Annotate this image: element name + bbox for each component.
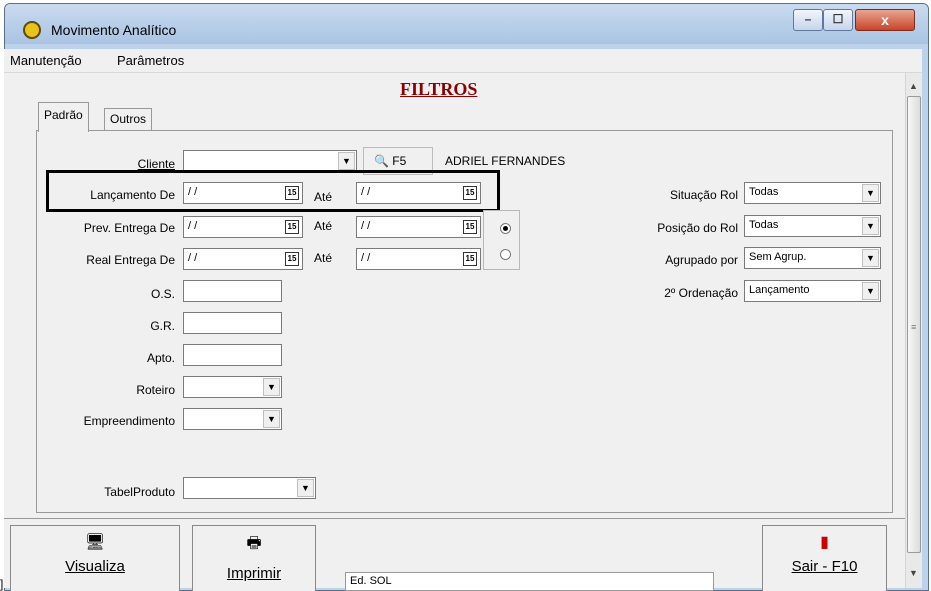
prev-entrega-to-value: / /: [361, 220, 371, 232]
posicao-rol-label: Posição do Rol: [657, 221, 738, 235]
sair-label: Sair - F10: [791, 558, 858, 575]
chevron-down-icon[interactable]: ▼: [862, 249, 879, 267]
chevron-down-icon[interactable]: ▼: [862, 282, 879, 300]
client-name: ADRIEL FERNANDES: [445, 154, 566, 168]
agrupado-por-value: Sem Agrup.: [749, 251, 807, 263]
chevron-down-icon[interactable]: ▼: [862, 184, 879, 202]
agrupado-por-label: Agrupado por: [665, 253, 738, 267]
cliente-combo[interactable]: ▼: [183, 150, 357, 172]
posicao-rol-value: Todas: [749, 219, 779, 231]
stray-bracket: ]: [0, 577, 4, 591]
monitor-icon: 🖥: [84, 534, 106, 551]
scroll-up-icon[interactable]: ▲: [909, 81, 918, 91]
chevron-down-icon[interactable]: ▼: [338, 152, 355, 170]
situacao-rol-label: Situação Rol: [669, 188, 738, 202]
radio-group: [483, 210, 520, 270]
tabelproduto-combo[interactable]: ▼: [183, 477, 316, 499]
ordenacao-combo[interactable]: Lançamento ▼: [744, 280, 881, 302]
calendar-icon[interactable]: 15: [285, 220, 299, 234]
roteiro-label: Roteiro: [136, 383, 175, 397]
grip-icon: ≡: [911, 322, 917, 332]
window-title: Movimento Analítico: [51, 22, 177, 38]
title-bar: Movimento Analítico – ☐ x: [5, 4, 928, 44]
maximize-button[interactable]: ☐: [823, 9, 853, 31]
highlight-box: [46, 170, 500, 212]
calendar-icon[interactable]: 15: [285, 252, 299, 266]
apto-field[interactable]: [183, 344, 282, 366]
search-button-label: F5: [392, 154, 407, 168]
real-entrega-from-field[interactable]: / / 15: [183, 248, 303, 270]
visualiza-button[interactable]: 🖥 Visualiza: [10, 525, 180, 591]
posicao-rol-combo[interactable]: Todas ▼: [744, 215, 881, 237]
ordenacao-value: Lançamento: [749, 284, 810, 296]
empreendimento-label: Empreendimento: [83, 414, 175, 428]
menu-manutencao[interactable]: Manutenção: [10, 53, 82, 68]
chevron-down-icon[interactable]: ▼: [297, 479, 314, 497]
minimize-icon: –: [804, 12, 812, 26]
real-entrega-label: Real Entrega De: [86, 253, 175, 267]
tab-outros[interactable]: Outros: [104, 108, 153, 130]
apto-label: Apto.: [146, 351, 175, 365]
real-entrega-ate-label: Até: [314, 251, 333, 265]
cliente-label: Cliente: [137, 157, 175, 171]
prev-entrega-from-field[interactable]: / / 15: [183, 216, 303, 238]
calendar-icon[interactable]: 15: [463, 252, 477, 266]
roteiro-combo[interactable]: ▼: [183, 376, 282, 398]
prev-entrega-to-field[interactable]: / / 15: [356, 216, 481, 238]
real-entrega-to-field[interactable]: / / 15: [356, 248, 481, 270]
os-field[interactable]: [183, 280, 282, 302]
visualiza-label: Visualiza: [65, 558, 125, 575]
close-icon: x: [881, 12, 889, 28]
scroll-down-icon[interactable]: ▼: [909, 568, 918, 578]
menu-bar: Manutenção Parâmetros: [4, 49, 922, 73]
calendar-icon[interactable]: 15: [463, 220, 477, 234]
imprimir-label: Imprimir: [226, 565, 282, 582]
exit-door-icon: ▮: [820, 534, 829, 551]
situacao-rol-combo[interactable]: Todas ▼: [744, 182, 881, 204]
vertical-scrollbar[interactable]: ▲ ≡ ▼: [905, 73, 922, 588]
radio-option-1[interactable]: [500, 223, 511, 234]
printer-icon: 🖶: [246, 535, 262, 552]
prev-entrega-label: Prev. Entrega De: [83, 221, 175, 235]
gr-field[interactable]: [183, 312, 282, 334]
tabelproduto-label: TabelProduto: [104, 485, 175, 499]
magnifier-icon: 🔍: [374, 154, 389, 168]
scroll-thumb[interactable]: ≡: [907, 96, 921, 553]
minimize-button[interactable]: –: [793, 9, 823, 31]
chevron-down-icon[interactable]: ▼: [862, 217, 879, 235]
chevron-down-icon[interactable]: ▼: [263, 410, 280, 428]
imprimir-button[interactable]: 🖶 Imprimir: [192, 525, 316, 591]
prev-entrega-from-value: / /: [188, 220, 198, 232]
real-entrega-to-value: / /: [361, 252, 371, 264]
close-button[interactable]: x: [855, 9, 915, 31]
sair-button[interactable]: ▮ Sair - F10: [762, 525, 887, 591]
page-title: FILTROS: [400, 79, 478, 99]
menu-parametros[interactable]: Parâmetros: [117, 53, 184, 68]
status-field: Ed. SOL: [345, 572, 714, 591]
radio-option-2[interactable]: [500, 249, 511, 260]
agrupado-por-combo[interactable]: Sem Agrup. ▼: [744, 247, 881, 269]
tab-padrao[interactable]: Padrão: [38, 102, 89, 132]
app-icon: [23, 21, 41, 39]
gr-label: G.R.: [150, 319, 175, 333]
os-label: O.S.: [150, 287, 175, 301]
situacao-rol-value: Todas: [749, 186, 779, 198]
real-entrega-from-value: / /: [188, 252, 198, 264]
prev-entrega-ate-label: Até: [314, 219, 333, 233]
ordenacao-label: 2º Ordenação: [664, 286, 738, 300]
empreendimento-combo[interactable]: ▼: [183, 408, 282, 430]
chevron-down-icon[interactable]: ▼: [263, 378, 280, 396]
maximize-icon: ☐: [832, 12, 844, 26]
